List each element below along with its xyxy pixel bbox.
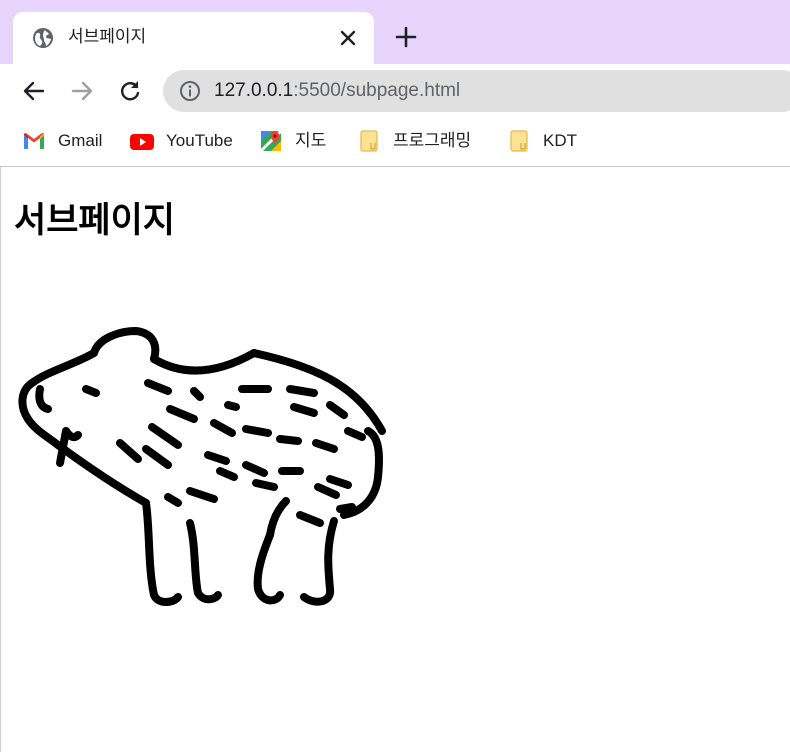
page-content: 서브페이지	[0, 167, 790, 752]
bookmark-label: 프로그래밍	[393, 131, 472, 150]
capybara-image	[18, 327, 386, 606]
youtube-icon	[130, 134, 154, 150]
tab-title: 서브페이지	[68, 27, 147, 47]
bookmark-label: YouTube	[166, 131, 233, 150]
url-text[interactable]: 127.0.0.1:5500/subpage.html	[214, 79, 460, 103]
folder-icon	[360, 130, 378, 152]
url-path: :5500/subpage.html	[293, 80, 461, 101]
gmail-icon	[24, 133, 44, 149]
bookmark-label: 지도	[295, 131, 327, 150]
maps-icon	[259, 129, 283, 153]
info-icon[interactable]	[179, 80, 201, 102]
bookmark-label: Gmail	[58, 131, 103, 150]
back-arrow-icon[interactable]	[21, 78, 47, 104]
globe-icon	[33, 28, 53, 48]
forward-arrow-icon[interactable]	[69, 78, 95, 104]
tab-strip: 서브페이지	[0, 0, 790, 64]
bookmark-folder-programming[interactable]: 프로그래밍	[357, 127, 487, 155]
bookmark-youtube[interactable]: YouTube	[130, 127, 240, 155]
new-tab-plus-icon[interactable]	[393, 24, 419, 50]
active-tab[interactable]: 서브페이지	[13, 12, 374, 64]
page-heading: 서브페이지	[14, 201, 176, 241]
reload-icon[interactable]	[117, 78, 143, 104]
bookmark-gmail[interactable]: Gmail	[22, 127, 112, 155]
bookmark-maps[interactable]: 지도	[259, 127, 339, 155]
bookmark-label: KDT	[543, 131, 577, 150]
folder-icon	[510, 130, 528, 152]
bookmarks-bar: Gmail YouTube 지도 프로그래밍 KDT	[0, 119, 790, 167]
address-bar[interactable]: 127.0.0.1:5500/subpage.html	[163, 70, 790, 112]
url-host: 127.0.0.1	[214, 80, 294, 101]
close-icon[interactable]	[338, 28, 358, 48]
bookmark-folder-kdt[interactable]: KDT	[507, 127, 587, 155]
